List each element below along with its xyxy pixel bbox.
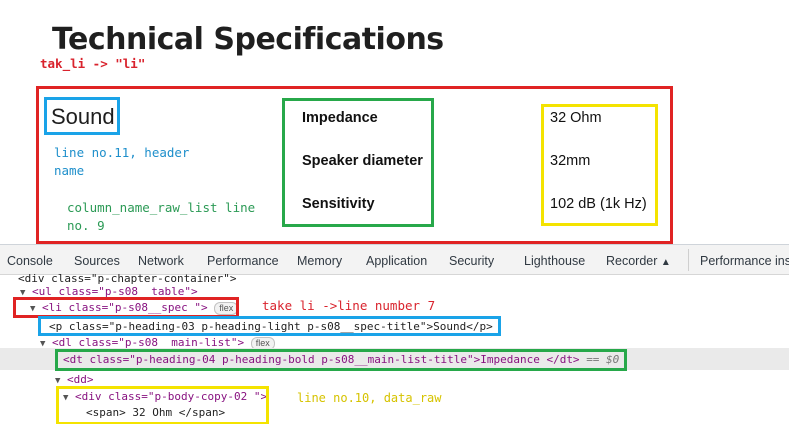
annotation-green-box-dt — [55, 349, 627, 371]
annotation-yellow: line no.10, data_raw — [297, 391, 442, 405]
annotation-red-box-li — [13, 297, 239, 318]
dom-line-dd[interactable]: ▼ <dd> — [55, 373, 94, 386]
tab-recorder-label: Recorder — [606, 254, 658, 268]
spec-header: Sound — [51, 104, 115, 129]
tab-recorder[interactable]: Recorder ▲ — [606, 254, 671, 268]
annotation-cyan: line no.11, header name — [54, 145, 190, 178]
tab-performance[interactable]: Performance — [207, 254, 279, 268]
annotation-blue-box-p — [38, 316, 501, 336]
tab-console[interactable]: Console — [7, 254, 53, 268]
tab-security[interactable]: Security — [449, 254, 494, 268]
tab-network[interactable]: Network — [138, 254, 184, 268]
flask-icon: ▲ — [660, 257, 671, 268]
annotation-yellow-box-div — [56, 386, 269, 424]
annotation-green-left: column_name_raw_list line no. 9 — [67, 200, 256, 233]
devtools-tabbar: Console Sources Network Performance Memo… — [0, 245, 789, 275]
tab-lighthouse[interactable]: Lighthouse — [524, 254, 585, 268]
annotation-red-top: tak_li -> "li" — [40, 56, 146, 71]
tab-performance-insights[interactable]: Performance insi — [700, 254, 789, 268]
spec-value-speaker-diameter: 32mm — [550, 153, 591, 169]
spec-value-impedance: 32 Ohm — [550, 110, 602, 126]
tab-application[interactable]: Application — [366, 254, 427, 268]
annotation-red-bottom: take li ->line number 7 — [262, 298, 436, 313]
expand-triangle-icon[interactable]: ▼ — [55, 376, 60, 386]
spec-label-speaker-diameter: Speaker diameter — [302, 153, 423, 169]
spec-label-sensitivity: Sensitivity — [302, 196, 375, 212]
dom-line-chapter-container[interactable]: <div class="p-chapter-container"> — [18, 272, 237, 285]
tab-sources[interactable]: Sources — [74, 254, 120, 268]
devtools-panel: Console Sources Network Performance Memo… — [0, 244, 789, 424]
page-title: Technical Specifications — [52, 22, 444, 57]
tab-memory[interactable]: Memory — [297, 254, 342, 268]
spec-value-sensitivity: 102 dB (1k Hz) — [550, 196, 647, 212]
tab-separator — [688, 249, 689, 271]
dom-dd-text: <dd> — [67, 373, 94, 386]
spec-label-impedance: Impedance — [302, 110, 378, 126]
